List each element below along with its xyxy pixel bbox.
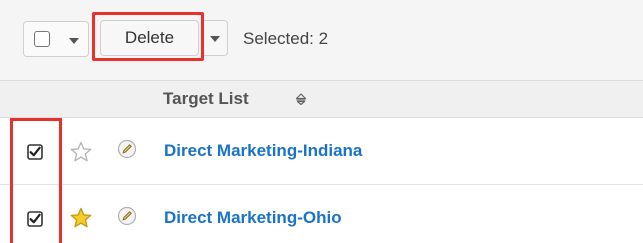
chevron-down-icon <box>210 36 220 42</box>
pencil-icon[interactable] <box>117 206 137 226</box>
callout-highlight-delete <box>92 12 204 61</box>
table-row[interactable]: Direct Marketing-Indiana <box>0 118 643 185</box>
selected-count: Selected: 2 <box>243 29 329 48</box>
column-header-target-list[interactable]: Target List <box>163 89 249 109</box>
chevron-down-icon[interactable] <box>69 38 79 44</box>
actions-dropdown-button[interactable] <box>202 20 228 56</box>
star-icon[interactable] <box>69 140 93 164</box>
target-list-link[interactable]: Direct Marketing-Ohio <box>164 208 342 228</box>
select-all-checkbox[interactable] <box>34 31 50 47</box>
mass-select-dropdown[interactable] <box>23 21 89 57</box>
pencil-icon[interactable] <box>117 139 137 159</box>
list-toolbar: Delete Selected: 2 <box>0 0 643 81</box>
table-row[interactable]: Direct Marketing-Ohio <box>0 185 643 243</box>
star-icon[interactable] <box>69 206 93 230</box>
callout-highlight-checkboxes <box>10 118 62 243</box>
sort-icon[interactable] <box>295 93 307 105</box>
table-header: Target List <box>0 81 643 118</box>
target-list-link[interactable]: Direct Marketing-Indiana <box>164 141 362 161</box>
